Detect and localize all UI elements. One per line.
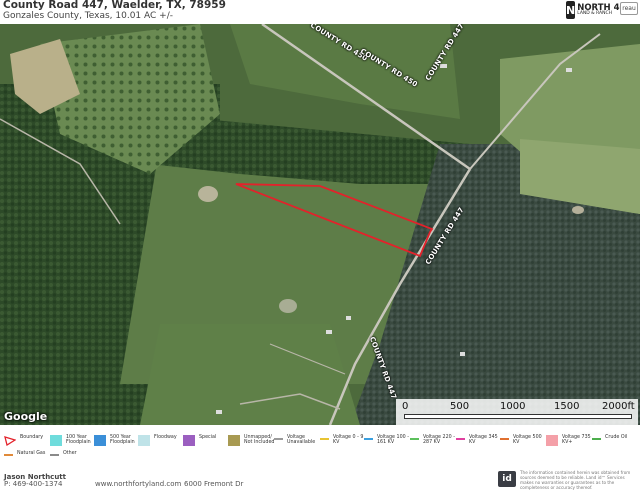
header: County Road 447, Waelder, TX, 78959 Gonz… xyxy=(0,0,640,24)
scale-tick: 1000 xyxy=(500,401,526,412)
legend-color-swatch xyxy=(138,435,150,446)
legend-label: Boundary xyxy=(20,435,44,440)
legend-item: Special xyxy=(183,435,216,446)
legend-line-swatch xyxy=(410,438,419,440)
logo-text: NORTH 40 LAND & RANCH xyxy=(577,3,625,17)
legend-line-swatch xyxy=(500,438,509,440)
legend-line-swatch xyxy=(274,438,283,440)
legend-label: Voltage Unavailable xyxy=(287,435,316,446)
legend-color-swatch xyxy=(546,435,558,446)
scale-tick: 2000ft xyxy=(602,401,635,412)
legend-item: Voltage 220 - 287 KV xyxy=(410,435,455,446)
legend-color-swatch xyxy=(183,435,195,446)
legend-item: 100 Year Floodplain xyxy=(50,435,91,446)
legend-item: 500 Year Floodplain xyxy=(94,435,135,446)
page-title: County Road 447, Waelder, TX, 78959 xyxy=(3,0,226,11)
legend-line-swatch xyxy=(456,438,465,440)
legend-item: Voltage 735 KV+ xyxy=(546,435,591,446)
map-imagery xyxy=(0,24,640,425)
legend-label: Voltage 0 - 9 KV xyxy=(333,435,364,446)
legend-item: Natural Gas xyxy=(4,451,45,456)
building xyxy=(216,410,222,414)
building xyxy=(346,316,351,320)
legend-label: Other xyxy=(63,451,77,456)
legend-label: Crude Oil xyxy=(605,435,628,440)
google-attribution: Google xyxy=(4,410,48,423)
legend-line-swatch xyxy=(4,454,13,456)
legend-label: Voltage 500 KV xyxy=(513,435,542,446)
legend-color-swatch xyxy=(50,435,62,446)
satellite-map[interactable]: COUNTY RD 450 COUNTY RD 450 COUNTY RD 44… xyxy=(0,24,640,425)
legend-label: Voltage 735 KV+ xyxy=(562,435,591,446)
map-legend: Boundary 100 Year Floodplain 500 Year Floo… xyxy=(0,427,640,461)
legend-item: Unmapped/ Not Included xyxy=(228,435,274,446)
legend-label: Special xyxy=(199,435,217,440)
scale-bar: 0 500 1000 1500 2000ft xyxy=(396,399,638,425)
building xyxy=(566,68,572,72)
legend-label: 500 Year Floodplain xyxy=(110,435,135,446)
disclaimer: The information contained herein was obt… xyxy=(520,470,631,490)
pond xyxy=(279,299,297,313)
building xyxy=(460,352,465,356)
pond xyxy=(198,186,218,202)
legend-item: Boundary xyxy=(4,435,43,446)
field-south xyxy=(140,324,360,425)
legend-line-swatch xyxy=(592,438,601,440)
website-link[interactable]: www.northfortyland.com xyxy=(95,480,181,488)
legend-color-swatch xyxy=(228,435,240,446)
footer: Jason Northcutt P: 469-400-1374 www.nort… xyxy=(0,463,640,490)
legend-item: Voltage 100 - 161 KV xyxy=(364,435,409,446)
legend-color-swatch xyxy=(94,435,106,446)
legend-item: Floodway xyxy=(138,435,177,446)
reau-button[interactable]: reau xyxy=(620,2,638,15)
scale-tick: 1500 xyxy=(554,401,580,412)
legend-item: Voltage Unavailable xyxy=(274,435,315,446)
legend-item: Voltage 500 KV xyxy=(500,435,542,446)
scale-tick: 500 xyxy=(450,401,470,412)
building xyxy=(326,330,332,334)
legend-item: Voltage 0 - 9 KV xyxy=(320,435,363,446)
legend-item: Other xyxy=(50,451,77,456)
page-subtitle: Gonzales County, Texas, 10.01 AC +/- xyxy=(3,11,173,21)
legend-label: Floodway xyxy=(154,435,177,440)
legend-item: Crude Oil xyxy=(592,435,627,440)
legend-line-swatch xyxy=(364,438,373,440)
logo-badge: N xyxy=(566,1,576,19)
legend-label: Voltage 220 - 287 KV xyxy=(423,435,455,446)
legend-label: Voltage 100 - 161 KV xyxy=(377,435,409,446)
pond xyxy=(572,206,584,214)
legend-item: Voltage 345 KV xyxy=(456,435,498,446)
scale-bar-graphic xyxy=(404,414,632,419)
legend-label: Natural Gas xyxy=(17,451,46,456)
boundary-swatch-icon xyxy=(4,436,16,446)
north40-logo: N NORTH 40 LAND & RANCH xyxy=(566,0,625,20)
office-address: 6000 Fremont Dr xyxy=(184,480,244,488)
scale-tick: 0 xyxy=(402,401,409,412)
legend-line-swatch xyxy=(50,454,59,456)
legend-label: 100 Year Floodplain xyxy=(66,435,91,446)
agent-phone[interactable]: P: 469-400-1374 xyxy=(4,480,62,488)
legend-line-swatch xyxy=(320,438,329,440)
legend-label: Voltage 345 KV xyxy=(469,435,498,446)
landid-logo: id xyxy=(498,471,516,487)
legend-label: Unmapped/ Not Included xyxy=(244,435,275,446)
logo-tagline: LAND & RANCH xyxy=(577,11,613,16)
